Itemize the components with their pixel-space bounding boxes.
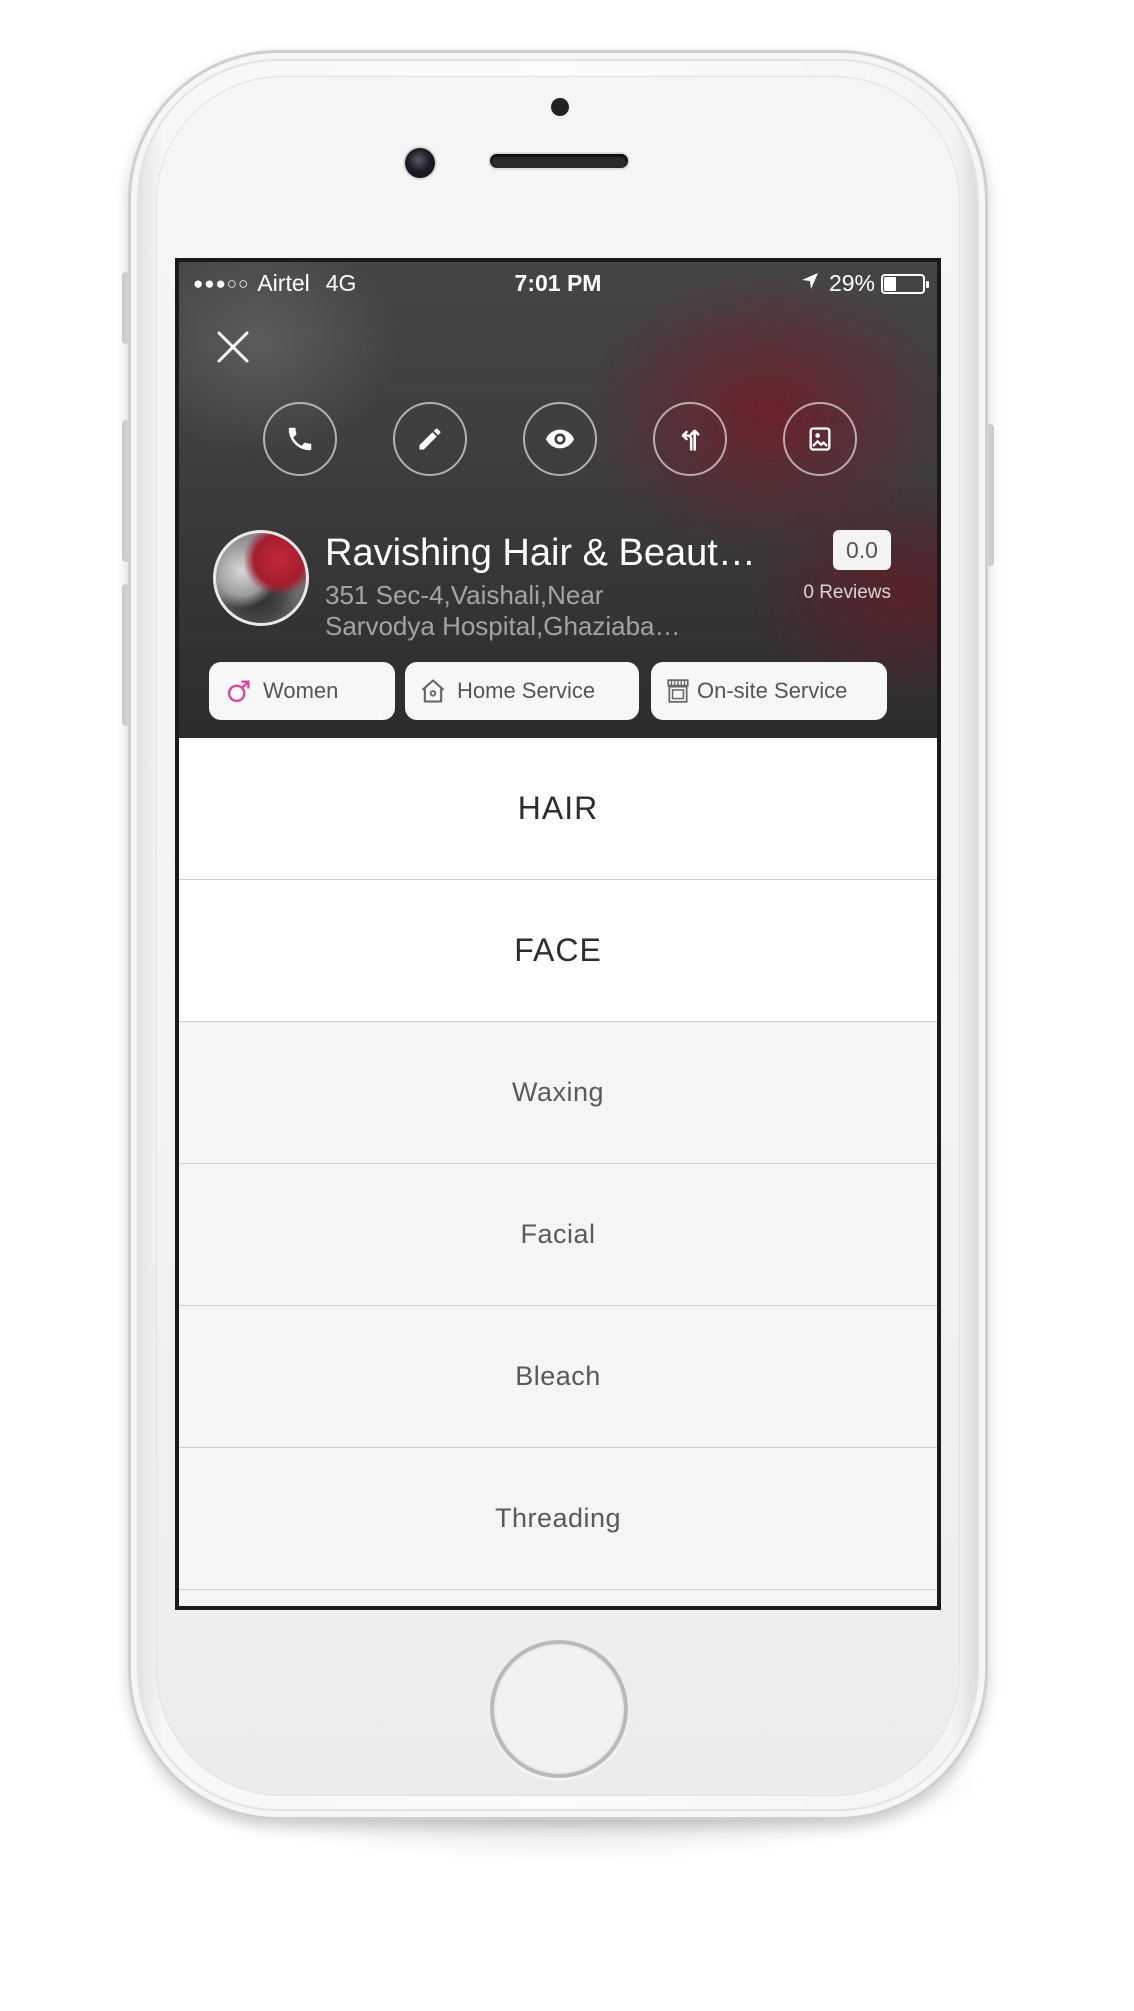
earpiece-speaker [490,154,628,168]
service-menu-list: HAIR FACE Waxing Facial Bleach Threading [179,738,937,1606]
home-icon [419,677,447,705]
subcategory-threading[interactable]: Threading [179,1448,937,1590]
app-screen: ●●●○○ Airtel 4G 7:01 PM 29% Ravishing Ha… [175,258,941,1610]
eye-icon [546,429,574,449]
gallery-button[interactable] [783,402,857,476]
reviews-count[interactable]: 0 Reviews [803,582,891,604]
storefront-icon [665,678,691,704]
address-line-1: 351 Sec-4,Vaishali,Near [325,580,604,610]
battery-icon [881,273,929,294]
status-bar: ●●●○○ Airtel 4G 7:01 PM 29% [179,262,937,304]
salon-address: 351 Sec-4,Vaishali,Near Sarvodya Hospita… [325,580,705,642]
proximity-sensor [551,98,569,116]
phone-icon [288,427,312,451]
onsite-service-chip: On-site Service [651,662,887,720]
salon-name: Ravishing Hair & Beaut… [325,532,756,574]
onsite-service-label: On-site Service [697,678,848,703]
location-arrow-icon [801,272,819,296]
gender-chip: Women [209,662,395,720]
address-line-2: Sarvodya Hospital,Ghaziaba… [325,611,681,641]
male-symbol-icon [225,677,253,705]
category-hair[interactable]: HAIR [179,738,937,880]
action-buttons [263,402,859,478]
subcategory-bleach[interactable]: Bleach [179,1306,937,1448]
gender-label: Women [263,678,339,703]
subcategory-waxing[interactable]: Waxing [179,1022,937,1164]
status-right: 29% [801,270,929,297]
home-service-label: Home Service [457,678,596,703]
view-button[interactable] [523,402,597,476]
rating-badge: 0.0 [833,530,891,570]
home-service-chip: Home Service [405,662,639,720]
close-button[interactable] [213,327,253,367]
battery-percent: 29% [828,270,875,296]
subcategory-facial[interactable]: Facial [179,1164,937,1306]
salon-header: ●●●○○ Airtel 4G 7:01 PM 29% Ravishing Ha… [179,262,937,738]
salon-avatar[interactable] [213,530,309,626]
pencil-icon [419,428,441,450]
call-button[interactable] [263,402,337,476]
close-icon [217,331,249,363]
directions-button[interactable] [653,402,727,476]
front-camera [405,148,435,178]
gallery-icon [809,427,831,451]
home-button[interactable] [490,1640,628,1778]
directions-icon [681,429,700,451]
battery-level [884,276,896,291]
write-review-button[interactable] [393,402,467,476]
category-face[interactable]: FACE [179,880,937,1022]
